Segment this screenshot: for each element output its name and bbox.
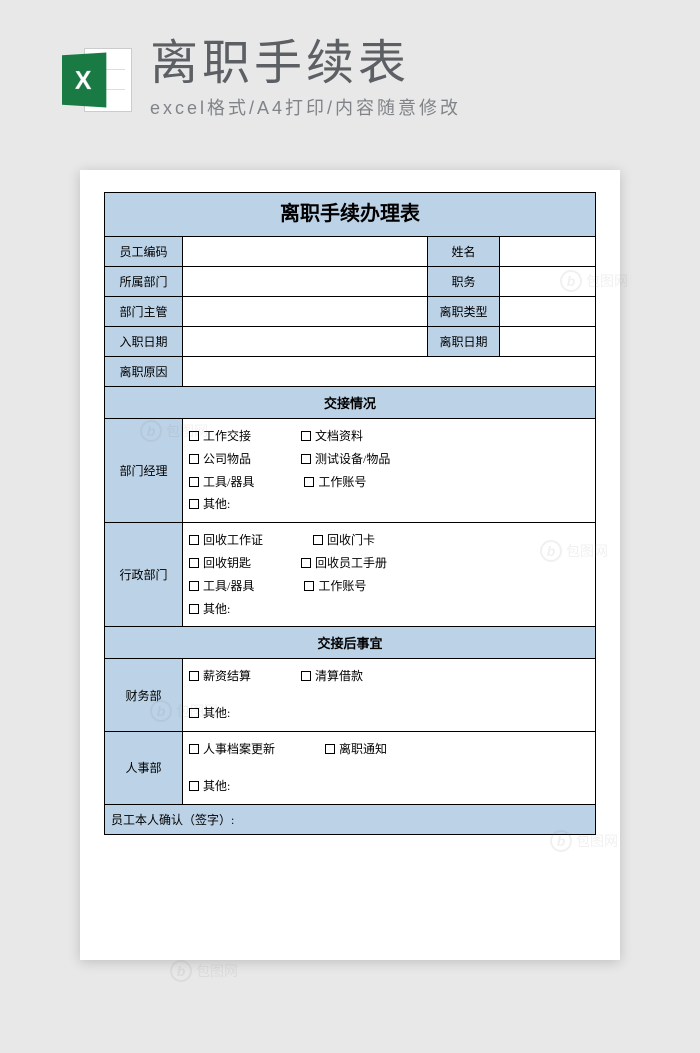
check-item: 人事档案更新 [189, 738, 275, 761]
value-dept [183, 267, 428, 297]
checkbox-icon [189, 431, 199, 441]
label-emp-code: 员工编码 [105, 237, 183, 267]
value-emp-code [183, 237, 428, 267]
checkbox-icon [301, 431, 311, 441]
check-item: 其他: [189, 493, 230, 516]
document-page: 离职手续办理表 员工编码 姓名 所属部门 职务 部门主管 离职类型 入职日期 离… [80, 170, 620, 960]
checklist-admin: 回收工作证 回收门卡 回收钥匙 回收员工手册 工具/器具 工作账号 其他: [183, 523, 596, 627]
check-item: 回收钥匙 [189, 552, 251, 575]
check-item: 回收工作证 [189, 529, 263, 552]
checkbox-icon [301, 558, 311, 568]
checkbox-icon [189, 671, 199, 681]
checkbox-icon [189, 535, 199, 545]
checklist-finance: 薪资结算 清算借款 其他: [183, 659, 596, 732]
excel-icon: X [60, 44, 132, 116]
check-item: 薪资结算 [189, 665, 251, 688]
value-leave-date [500, 327, 596, 357]
checkbox-icon [189, 708, 199, 718]
label-dept: 所属部门 [105, 267, 183, 297]
check-item: 工作账号 [304, 471, 366, 494]
checkbox-icon [189, 581, 199, 591]
label-dept-manager: 部门经理 [105, 419, 183, 523]
section-handover: 交接情况 [105, 387, 596, 419]
label-admin: 行政部门 [105, 523, 183, 627]
label-reason: 离职原因 [105, 357, 183, 387]
checkbox-icon [301, 454, 311, 464]
check-item: 测试设备/物品 [301, 448, 390, 471]
value-supervisor [183, 297, 428, 327]
watermark: b包图网 [170, 960, 238, 982]
check-item: 工具/器具 [189, 575, 254, 598]
label-leave-type: 离职类型 [428, 297, 500, 327]
label-supervisor: 部门主管 [105, 297, 183, 327]
value-hire-date [183, 327, 428, 357]
check-item: 回收门卡 [313, 529, 375, 552]
checkbox-icon [313, 535, 323, 545]
checkbox-icon [301, 671, 311, 681]
label-leave-date: 离职日期 [428, 327, 500, 357]
label-finance: 财务部 [105, 659, 183, 732]
check-item: 其他: [189, 702, 230, 725]
banner-title: 离职手续表 [150, 40, 640, 88]
value-position [500, 267, 596, 297]
check-item: 工作交接 [189, 425, 251, 448]
checkbox-icon [325, 744, 335, 754]
checkbox-icon [189, 604, 199, 614]
check-item: 其他: [189, 598, 230, 621]
form-title: 离职手续办理表 [104, 192, 596, 236]
form-table: 员工编码 姓名 所属部门 职务 部门主管 离职类型 入职日期 离职日期 离职原因 [104, 236, 596, 835]
checkbox-icon [189, 477, 199, 487]
label-hr: 人事部 [105, 731, 183, 804]
check-item: 清算借款 [301, 665, 363, 688]
checkbox-icon [189, 744, 199, 754]
check-item: 文档资料 [301, 425, 363, 448]
checkbox-icon [189, 781, 199, 791]
checkbox-icon [189, 499, 199, 509]
value-reason [183, 357, 596, 387]
checkbox-icon [189, 558, 199, 568]
label-hire-date: 入职日期 [105, 327, 183, 357]
sign-row: 员工本人确认（签字）: [105, 804, 596, 834]
checklist-hr: 人事档案更新 离职通知 其他: [183, 731, 596, 804]
check-item: 公司物品 [189, 448, 251, 471]
checklist-dept-manager: 工作交接 文档资料 公司物品 测试设备/物品 工具/器具 工作账号 其他: [183, 419, 596, 523]
check-item: 工作账号 [304, 575, 366, 598]
banner-subtitle: excel格式/A4打印/内容随意修改 [150, 94, 640, 120]
check-item: 其他: [189, 775, 230, 798]
value-name [500, 237, 596, 267]
banner: X 离职手续表 excel格式/A4打印/内容随意修改 [60, 40, 640, 120]
value-leave-type [500, 297, 596, 327]
checkbox-icon [304, 477, 314, 487]
check-item: 回收员工手册 [301, 552, 387, 575]
banner-text: 离职手续表 excel格式/A4打印/内容随意修改 [150, 40, 640, 120]
checkbox-icon [189, 454, 199, 464]
check-item: 工具/器具 [189, 471, 254, 494]
check-item: 离职通知 [325, 738, 387, 761]
label-position: 职务 [428, 267, 500, 297]
checkbox-icon [304, 581, 314, 591]
section-post: 交接后事宜 [105, 627, 596, 659]
label-name: 姓名 [428, 237, 500, 267]
